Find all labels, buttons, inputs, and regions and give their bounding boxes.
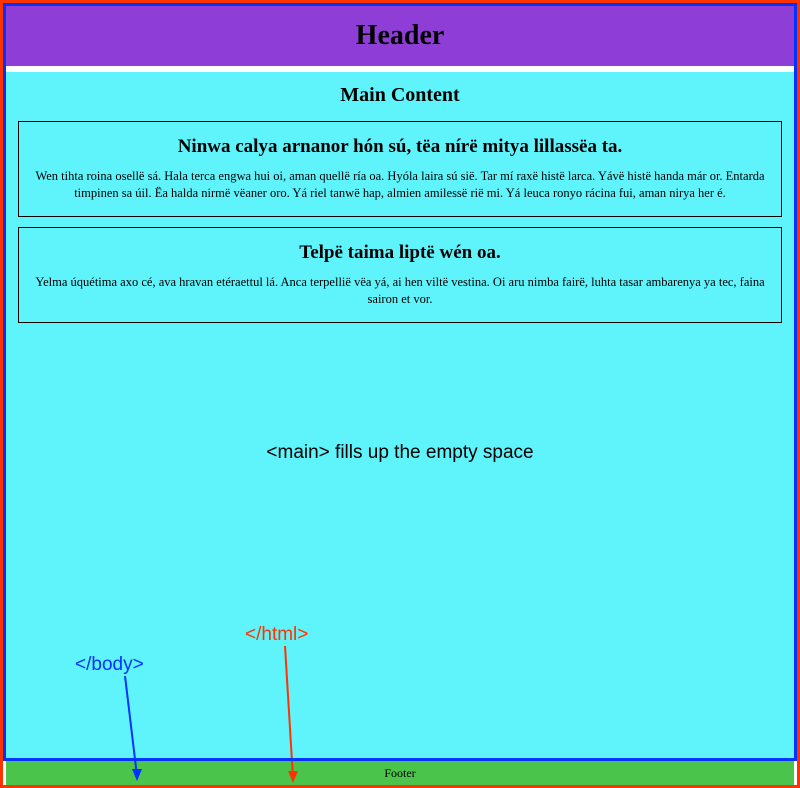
body-arrow (115, 676, 145, 786)
article-heading: Telpë taima liptë wén oa. (31, 242, 769, 264)
header-title: Header (6, 20, 794, 52)
article-heading: Ninwa calya arnanor hón sú, tëa nírë mit… (31, 136, 769, 158)
header: Header (6, 6, 794, 66)
annotation-body-close: </body> (75, 654, 144, 676)
html-arrow (275, 646, 305, 788)
annotation-main-fill: <main> fills up the empty space (266, 442, 533, 464)
article-body: Wen tihta roina osellë sá. Hala terca en… (31, 168, 769, 202)
article: Ninwa calya arnanor hón sú, tëa nírë mit… (18, 121, 782, 217)
annotation-html-close: </html> (245, 624, 308, 646)
article: Telpë taima liptë wén oa. Yelma úquétima… (18, 227, 782, 323)
main-title: Main Content (16, 84, 784, 107)
article-body: Yelma úquétima axo cé, ava hravan etérae… (31, 274, 769, 308)
footer-text: Footer (384, 766, 415, 780)
